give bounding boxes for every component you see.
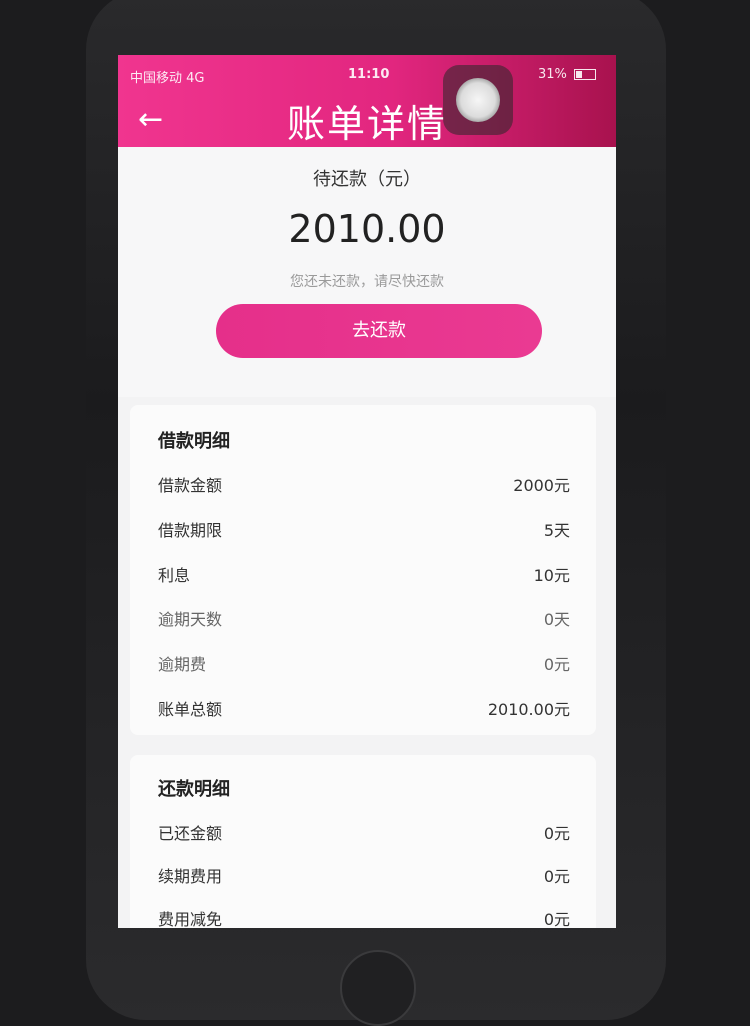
home-button[interactable]	[340, 950, 416, 1026]
row-value: 0元	[543, 655, 570, 674]
row-label: 借款金额	[158, 476, 223, 495]
row-label: 利息	[158, 566, 191, 585]
row-value: 2000元	[513, 476, 570, 495]
repayment-summary: 待还款（元） 2010.00 您还未还款，请尽快还款 去还款	[118, 147, 616, 397]
page-title: 账单详情	[286, 102, 447, 146]
row-label: 已还金额	[158, 824, 223, 843]
assistive-touch-button[interactable]	[443, 65, 513, 135]
overdue-days-row: 逾期天数 0天	[158, 606, 570, 630]
bill-total-row: 账单总额 2010.00元	[158, 696, 570, 720]
row-label: 费用减免	[158, 910, 223, 928]
row-label: 借款期限	[158, 521, 223, 540]
repay-button[interactable]: 去还款	[216, 304, 542, 358]
row-value: 10元	[533, 566, 570, 585]
battery-icon	[574, 69, 596, 80]
due-label: 待还款（元）	[313, 169, 421, 190]
renewal-fee-row: 续期费用 0元	[158, 863, 570, 887]
interest-row: 利息 10元	[158, 562, 570, 586]
repay-reminder: 您还未还款，请尽快还款	[290, 274, 444, 290]
header: 中国移动 4G 11:10 31% ← 账单详情	[118, 55, 616, 147]
repayment-details-card: 还款明细 已还金额 0元 续期费用 0元 费用减免 0元	[130, 755, 596, 928]
loan-details-title: 借款明细	[158, 431, 230, 452]
row-value: 0天	[543, 610, 570, 629]
fee-waiver-row: 费用减免 0元	[158, 906, 570, 928]
loan-details-card: 借款明细 借款金额 2000元 借款期限 5天 利息 10元 逾期天数 0天 逾…	[130, 405, 596, 735]
loan-term-row: 借款期限 5天	[158, 517, 570, 541]
due-amount: 2010.00	[288, 207, 446, 251]
clock: 11:10	[348, 67, 390, 82]
repayment-details-title: 还款明细	[158, 779, 230, 800]
row-value: 0元	[543, 824, 570, 843]
battery-percent: 31%	[537, 67, 567, 82]
row-value: 0元	[543, 910, 570, 928]
row-label: 逾期费	[158, 655, 207, 674]
carrier-label: 中国移动 4G	[130, 71, 205, 86]
row-label: 账单总额	[158, 700, 223, 719]
row-value: 5天	[543, 521, 570, 540]
loan-amount-row: 借款金额 2000元	[158, 472, 570, 496]
overdue-fee-row: 逾期费 0元	[158, 651, 570, 675]
status-bar: 中国移动 4G 11:10 31%	[118, 67, 616, 87]
row-label: 逾期天数	[158, 610, 223, 629]
row-value: 2010.00元	[487, 700, 570, 719]
battery-status: 31%	[538, 67, 596, 82]
app-screen: 中国移动 4G 11:10 31% ← 账单详情 待还款（元） 2010.00 …	[118, 55, 616, 928]
paid-amount-row: 已还金额 0元	[158, 820, 570, 844]
row-label: 续期费用	[158, 867, 223, 886]
row-value: 0元	[543, 867, 570, 886]
